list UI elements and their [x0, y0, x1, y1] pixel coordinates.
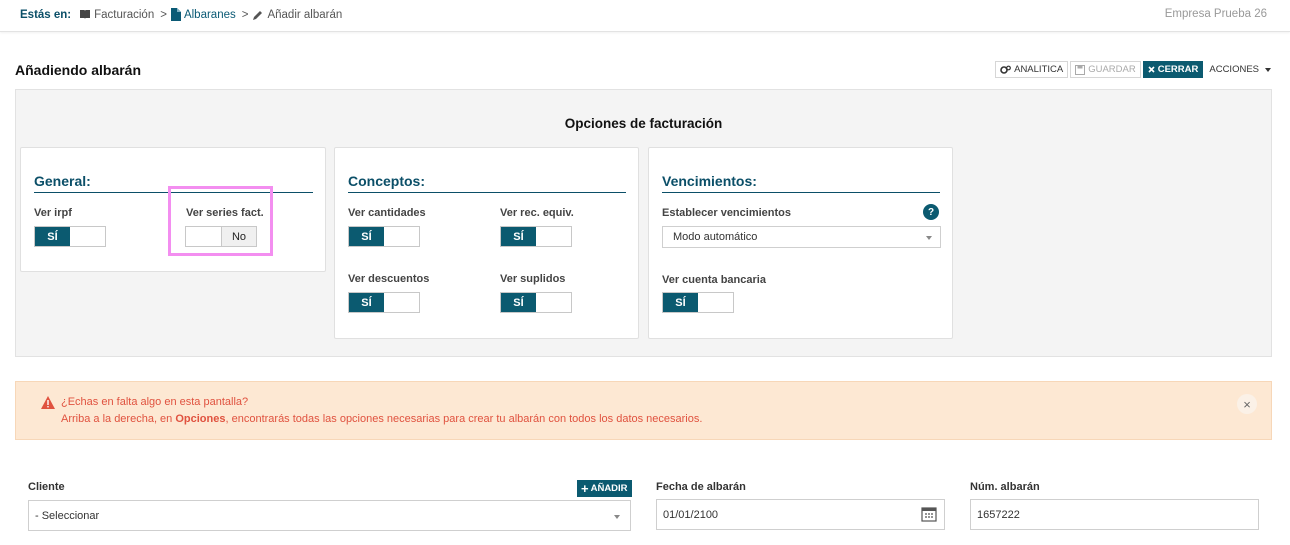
add-client-button[interactable]: + AÑADIR	[577, 480, 632, 497]
alert-close-button[interactable]: ×	[1237, 394, 1257, 414]
acciones-label: ACCIONES	[1209, 64, 1259, 75]
toggle-on-state: SÍ	[663, 293, 698, 312]
book-icon	[80, 10, 91, 19]
breadcrumb-separator: >	[160, 8, 167, 21]
plus-icon: +	[581, 481, 589, 496]
breadcrumb-item-label: Añadir albarán	[267, 8, 343, 21]
add-client-label: AÑADIR	[590, 483, 628, 494]
divider	[348, 192, 626, 193]
alert-title: ¿Echas en falta algo en esta pantalla?	[61, 396, 249, 408]
divider	[662, 192, 940, 193]
fecha-albaran-input[interactable]: 01/01/2100	[656, 499, 945, 530]
num-albaran-input[interactable]: 1657222	[970, 499, 1259, 530]
cerrar-button[interactable]: CERRAR	[1142, 61, 1204, 78]
chevron-down-icon	[926, 236, 932, 240]
ver-irpf-toggle[interactable]: SÍ	[34, 226, 106, 247]
vencimientos-card: Vencimientos: Establecer vencimientos ? …	[648, 147, 953, 339]
conceptos-card: Conceptos: Ver cantidades SÍ Ver rec. eq…	[334, 147, 639, 339]
general-heading: General:	[34, 173, 91, 189]
num-albaran-label: Núm. albarán	[970, 481, 1040, 493]
breadcrumb-item-current: Añadir albarán	[252, 9, 342, 21]
toggle-on-state: SÍ	[501, 293, 536, 312]
alert-message-start: Arriba a la derecha, en	[61, 413, 176, 425]
gears-icon	[1000, 65, 1012, 74]
chevron-down-icon	[1265, 67, 1271, 72]
alert-message: Arriba a la derecha, en Opciones, encont…	[61, 413, 702, 425]
vencimientos-select[interactable]: Modo automático	[662, 226, 941, 248]
cerrar-label: CERRAR	[1157, 64, 1199, 75]
acciones-dropdown[interactable]: ACCIONES	[1205, 61, 1273, 78]
ver-cantidades-toggle[interactable]: SÍ	[348, 226, 420, 247]
breadcrumb-separator: >	[241, 8, 249, 21]
toggle-on-state: SÍ	[35, 227, 70, 246]
document-icon	[170, 8, 181, 21]
breadcrumb-link-albaranes[interactable]: Albaranes	[184, 9, 236, 21]
num-albaran-value: 1657222	[977, 508, 1020, 521]
analitica-button[interactable]: ANALITICA	[995, 61, 1069, 78]
alert-message-end: , encontrarás todas las opciones necesar…	[225, 413, 703, 425]
toggle-on-state: SÍ	[501, 227, 536, 246]
breadcrumb-item-albaranes[interactable]: Albaranes	[170, 8, 236, 21]
top-bar: Estás en: Facturación > Albaranes > Añad…	[0, 0, 1290, 32]
ver-cuenta-bancaria-label: Ver cuenta bancaria	[662, 274, 766, 286]
page-title: Añadiendo albarán	[15, 62, 142, 78]
breadcrumb-label: Estás en:	[20, 8, 72, 21]
guardar-button[interactable]: GUARDAR	[1070, 61, 1141, 78]
chevron-down-icon	[614, 515, 620, 519]
breadcrumb-item-label: Facturación	[94, 8, 155, 21]
fecha-albaran-label: Fecha de albarán	[656, 481, 746, 493]
cliente-select[interactable]: - Seleccionar	[28, 500, 631, 531]
ver-descuentos-toggle[interactable]: SÍ	[348, 292, 420, 313]
cliente-value: - Seleccionar	[35, 509, 100, 522]
highlight-box	[168, 186, 273, 256]
analitica-label: ANALITICA	[1014, 64, 1064, 75]
toggle-on-state: SÍ	[349, 293, 384, 312]
help-icon[interactable]: ?	[923, 204, 939, 220]
fecha-albaran-value: 01/01/2100	[663, 508, 719, 521]
info-alert: ¿Echas en falta algo en esta pantalla? A…	[15, 381, 1272, 440]
ver-suplidos-toggle[interactable]: SÍ	[500, 292, 572, 313]
establecer-vencimientos-label: Establecer vencimientos	[662, 207, 792, 219]
ver-irpf-label: Ver irpf	[34, 207, 72, 219]
close-icon	[1148, 66, 1155, 73]
pencil-icon	[253, 10, 263, 20]
conceptos-heading: Conceptos:	[348, 173, 425, 189]
ver-rec-equiv-toggle[interactable]: SÍ	[500, 226, 572, 247]
breadcrumb: Estás en: Facturación > Albaranes > Añad…	[20, 8, 346, 21]
ver-rec-equiv-label: Ver rec. equiv.	[500, 207, 574, 219]
cliente-label: Cliente	[28, 481, 65, 493]
ver-descuentos-label: Ver descuentos	[348, 273, 430, 285]
guardar-label: GUARDAR	[1088, 64, 1136, 75]
company-name: Empresa Prueba 26	[1164, 8, 1267, 20]
ver-cantidades-label: Ver cantidades	[348, 207, 426, 219]
ver-cuenta-bancaria-toggle[interactable]: SÍ	[662, 292, 734, 313]
alert-opciones-link: Opciones	[175, 413, 226, 425]
warning-icon	[41, 396, 55, 409]
toggle-on-state: SÍ	[349, 227, 384, 246]
breadcrumb-item-facturacion[interactable]: Facturación	[79, 9, 154, 21]
toolbar: ANALITICA GUARDAR CERRAR ACCIONES	[993, 61, 1273, 78]
select-value: Modo automático	[673, 231, 758, 243]
save-icon	[1075, 64, 1086, 75]
vencimientos-heading: Vencimientos:	[662, 173, 757, 189]
calendar-icon[interactable]	[921, 506, 937, 522]
ver-suplidos-label: Ver suplidos	[500, 273, 566, 285]
options-title: Opciones de facturación	[564, 116, 723, 131]
